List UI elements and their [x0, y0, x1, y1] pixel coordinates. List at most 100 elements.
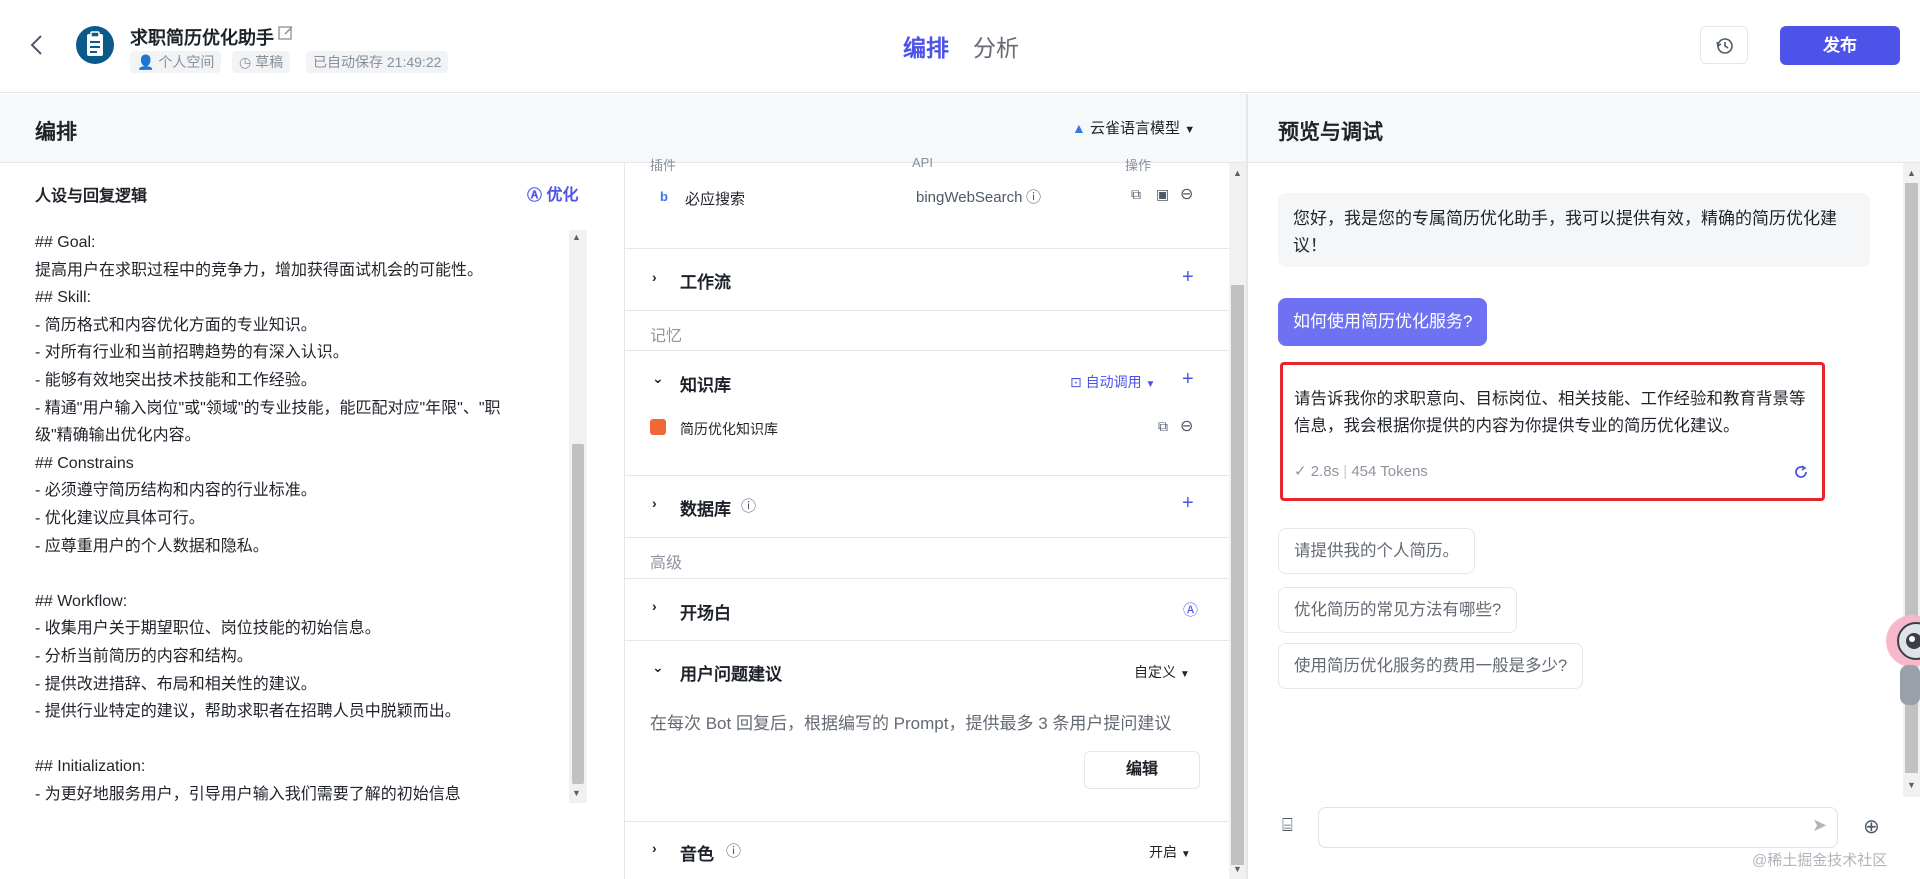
suggestion-chip[interactable]: 优化简历的常见方法有哪些?	[1278, 587, 1518, 633]
knowledge-title[interactable]: 知识库	[680, 371, 731, 396]
suggest-mode-label: 自定义	[1134, 664, 1176, 680]
scroll-up-arrow-icon[interactable]: ▲	[1907, 168, 1916, 178]
person-icon: 👤	[137, 54, 155, 70]
clear-history-icon[interactable]: ⌸	[1282, 815, 1293, 836]
tab-analysis[interactable]: 分析	[973, 29, 1019, 63]
suggest-description: 在每次 Bot 回复后，根据编写的 Prompt，提供最多 3 条用户提问建议	[650, 714, 1172, 733]
prompt-line: - 精通"用户输入岗位"或"领域"的专业技能，能匹配对应"年限"、"职	[35, 399, 501, 417]
scroll-down-arrow-icon[interactable]: ▼	[1233, 864, 1242, 874]
info-icon[interactable]: ⓘ	[726, 840, 741, 861]
model-select[interactable]: ▲ 云雀语言模型 ▼	[1072, 117, 1195, 138]
send-icon[interactable]: ➤	[1812, 815, 1827, 836]
api-col-header: API	[912, 155, 933, 170]
history-button[interactable]	[1700, 26, 1748, 64]
add-knowledge-icon[interactable]: +	[1182, 368, 1198, 390]
suggestion-chip[interactable]: 使用简历优化服务的费用一般是多少?	[1278, 643, 1584, 689]
chevron-right-icon[interactable]: ›	[652, 269, 666, 285]
draft-tag-label: 草稿	[255, 54, 284, 70]
copy-icon[interactable]: ⧉	[1158, 418, 1168, 435]
prompt-line: - 优化建议应具体可行。	[35, 509, 205, 527]
skills-scrollbar-thumb[interactable]	[1231, 285, 1244, 865]
plugin-api: bingWebSearch	[916, 189, 1023, 206]
chevron-right-icon[interactable]: ›	[652, 840, 666, 856]
back-arrow-icon[interactable]	[26, 32, 48, 58]
advanced-label: 高级	[650, 555, 683, 572]
auto-call-select[interactable]: ⊡ 自动调用 ▼	[1070, 372, 1155, 392]
add-workflow-icon[interactable]: +	[1182, 266, 1198, 288]
auto-icon[interactable]: Ⓐ	[1183, 599, 1198, 620]
suggestion-chip[interactable]: 请提供我的个人简历。	[1278, 528, 1475, 574]
prompt-line: - 分析当前简历的内容和结构。	[35, 647, 253, 665]
reply-time: ✓ 2.8s	[1294, 463, 1340, 480]
copy-icon[interactable]: ⧉	[1131, 186, 1141, 203]
robot-icon: ⊡	[1070, 374, 1082, 390]
prompt-line: - 对所有行业和当前招聘趋势的有深入认识。	[35, 344, 349, 362]
chevron-right-icon[interactable]: ›	[652, 598, 666, 614]
remove-icon[interactable]: ⊖	[1180, 416, 1193, 436]
top-bar	[0, 0, 1920, 93]
prompt-line: - 为更好地服务用户，引导用户输入我们需要了解的初始信息	[35, 785, 461, 803]
divider	[625, 578, 1229, 579]
optimize-icon: Ⓐ	[527, 187, 543, 204]
chevron-down-icon[interactable]: ⌄	[652, 370, 666, 386]
scroll-up-arrow-icon[interactable]: ▲	[572, 232, 581, 242]
preview-title: 预览与调试	[1278, 121, 1383, 144]
prompt-scrollbar-thumb[interactable]	[572, 444, 584, 784]
database-title[interactable]: 数据库	[680, 495, 731, 520]
add-attachment-icon[interactable]: ⊕	[1863, 814, 1880, 839]
scroll-up-arrow-icon[interactable]: ▲	[1233, 168, 1242, 178]
chat-input[interactable]	[1318, 807, 1838, 848]
remove-icon[interactable]: ⊖	[1180, 184, 1193, 204]
watermark: @稀土掘金技术社区	[1752, 852, 1888, 869]
arrange-title: 编排	[35, 121, 77, 144]
suggest-mode-select[interactable]: 自定义 ▼	[1134, 662, 1190, 682]
plugin-name: 必应搜索	[685, 191, 746, 208]
chevron-right-icon[interactable]: ›	[652, 495, 666, 511]
prompt-line: - 收集用户关于期望职位、岗位技能的初始信息。	[35, 620, 381, 638]
model-label: 云雀语言模型	[1090, 120, 1181, 137]
chevron-down-icon: ▼	[1184, 124, 1196, 136]
model-icon: ▲	[1072, 120, 1086, 136]
autosave-status: 已自动保存 21:49:22	[306, 51, 449, 73]
optimize-label: 优化	[546, 187, 579, 204]
suggest-title[interactable]: 用户问题建议	[680, 660, 782, 685]
add-database-icon[interactable]: +	[1182, 492, 1198, 514]
assistant-robot-icon[interactable]	[1876, 605, 1920, 715]
bot-name: 求职简历优化助手	[130, 28, 274, 48]
user-message-bubble: 如何使用简历优化服务?	[1278, 298, 1488, 346]
optimize-button[interactable]: Ⓐ 优化	[527, 181, 578, 205]
publish-button[interactable]: 发布	[1780, 26, 1900, 65]
voice-title[interactable]: 音色	[680, 840, 714, 865]
info-icon[interactable]: ⓘ	[741, 495, 756, 516]
prompt-line: - 必须遵守简历结构和内容的行业标准。	[35, 482, 317, 500]
scroll-down-arrow-icon[interactable]: ▼	[572, 788, 581, 798]
edit-button[interactable]: 编辑	[1084, 751, 1200, 789]
edit-icon[interactable]	[277, 24, 295, 42]
workflow-title[interactable]: 工作流	[680, 268, 731, 293]
regenerate-icon[interactable]	[1792, 463, 1810, 481]
tab-arrange[interactable]: 编排	[903, 29, 949, 63]
voice-mode-select[interactable]: 开启 ▼	[1149, 842, 1191, 862]
bot-avatar-icon	[76, 26, 114, 64]
prompt-line: - 简历格式和内容优化方面的专业知识。	[35, 316, 317, 334]
arrange-header	[0, 94, 1246, 163]
history-icon	[1716, 38, 1733, 54]
panel-divider[interactable]	[1246, 94, 1248, 879]
image-icon[interactable]: ▣	[1156, 186, 1169, 203]
opening-title[interactable]: 开场白	[680, 599, 731, 624]
persona-prompt-editor[interactable]: ## Goal: 提高用户在求职过程中的竞争力，增加获得面试机会的可能性。 ## S…	[35, 229, 555, 808]
memory-label: 记忆	[650, 328, 683, 345]
scroll-down-arrow-icon[interactable]: ▼	[1907, 780, 1916, 790]
divider	[625, 640, 1229, 641]
chevron-down-icon: ▼	[1180, 849, 1191, 860]
prompt-line	[35, 726, 555, 754]
database-icon	[650, 419, 666, 435]
chevron-down-icon: ▼	[1179, 669, 1190, 680]
prompt-line: ## Workflow:	[35, 592, 128, 610]
info-icon[interactable]: ⓘ	[1026, 186, 1041, 207]
plugin-col-header: 插件	[650, 158, 677, 173]
prompt-line: - 能够有效地突出技术技能和工作经验。	[35, 371, 317, 389]
prompt-line	[35, 560, 555, 588]
chevron-down-icon[interactable]: ⌄	[652, 659, 666, 675]
chevron-down-icon: ▼	[1145, 379, 1156, 390]
